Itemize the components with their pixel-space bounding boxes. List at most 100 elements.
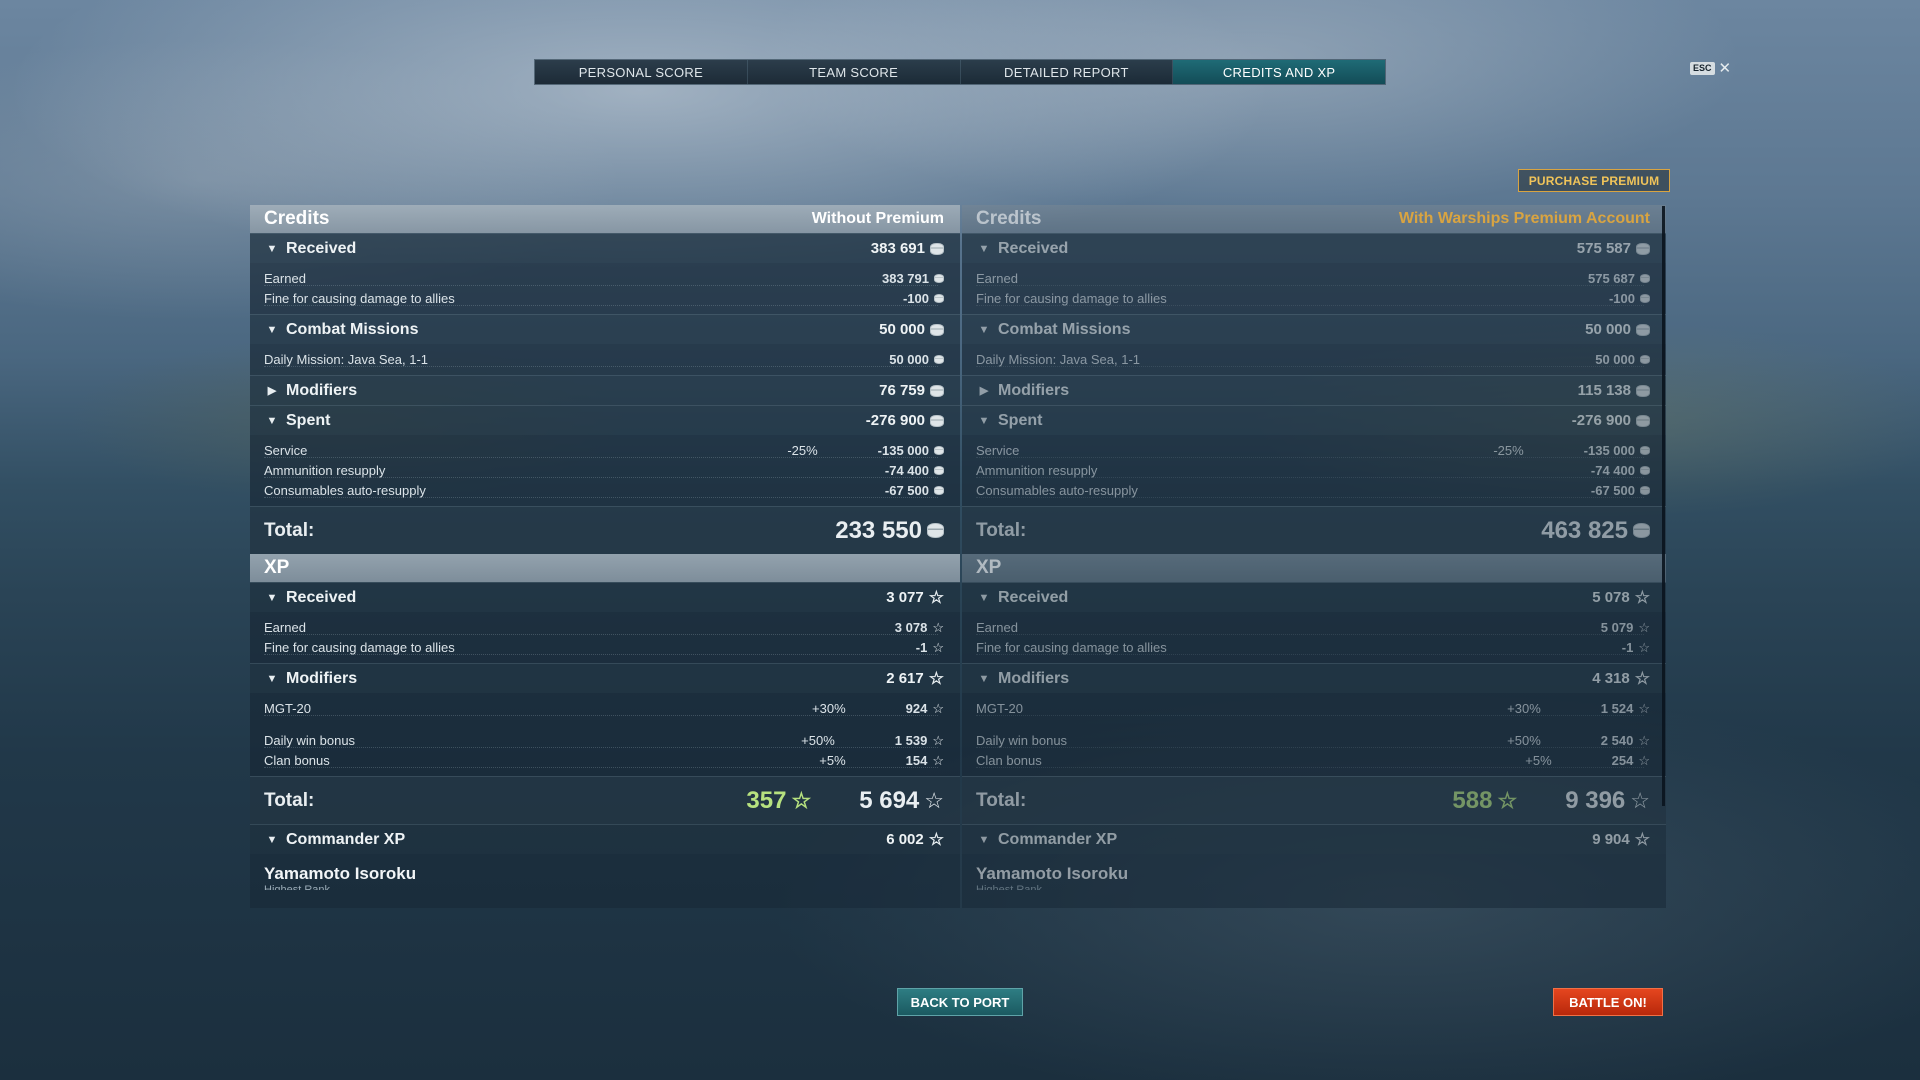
group-received[interactable]: ▼ Received 575 587 <box>962 233 1666 263</box>
group-label: Modifiers <box>286 381 358 399</box>
group-combat-missions[interactable]: ▼ Combat Missions 50 000 <box>962 314 1666 344</box>
group-commander-xp[interactable]: ▼ Commander XP 9 904 ☆ <box>962 824 1666 854</box>
row-percent: -25% <box>787 442 818 458</box>
row-value: 50 000 <box>889 351 929 367</box>
purchase-premium-button[interactable]: PURCHASE PREMIUM <box>1518 169 1670 192</box>
row-label: Clan bonus <box>264 752 330 768</box>
xp-star-icon: ☆ <box>928 830 944 849</box>
group-value: 50 000 <box>1585 321 1631 338</box>
group-label: Received <box>998 239 1069 257</box>
group-spent[interactable]: ▼ Spent -276 900 <box>962 405 1666 435</box>
row-value: -100 <box>902 290 929 306</box>
total-label: Total: <box>264 519 315 541</box>
section-subtitle: With Warships Premium Account <box>1398 210 1650 227</box>
credit-coin-icon <box>1636 414 1650 427</box>
group-value: -276 900 <box>865 412 925 429</box>
group-value: 5 078 <box>1592 589 1630 606</box>
close-button[interactable]: ESC ✕ <box>1690 61 1731 76</box>
tab-detailed-report[interactable]: DETAILED REPORT <box>960 60 1174 84</box>
section-title: Credits <box>976 208 1042 229</box>
xp-star-icon: ☆ <box>932 752 944 768</box>
group-rows: Earned 5 079 ☆ Fine for causing damage t… <box>962 612 1666 663</box>
row-value: -1 <box>1621 639 1634 655</box>
tab-personal-score[interactable]: PERSONAL SCORE <box>535 60 748 84</box>
row-percent: +30% <box>812 700 846 716</box>
total-value: 463 825 <box>1541 516 1628 544</box>
xp-star-icon: ☆ <box>932 639 944 655</box>
credits-header: Credits Without Premium <box>250 205 960 233</box>
battle-on-button[interactable]: BATTLE ON! <box>1553 988 1663 1016</box>
xp-star-icon: ☆ <box>1634 588 1650 607</box>
list-item: Fine for causing damage to allies -1 ☆ <box>250 637 960 657</box>
section-title: Credits <box>264 208 330 229</box>
group-value: 4 318 <box>1592 670 1630 687</box>
row-label: Fine for causing damage to allies <box>976 290 1167 306</box>
credit-coin-icon <box>1640 273 1650 283</box>
group-received[interactable]: ▼ Received 383 691 <box>250 233 960 263</box>
list-item: Earned 575 687 <box>962 268 1666 288</box>
triangle-down-icon: ▼ <box>266 242 278 255</box>
back-to-port-button[interactable]: BACK TO PORT <box>897 988 1023 1016</box>
triangle-right-icon: ▶ <box>979 385 989 397</box>
triangle-down-icon: ▼ <box>266 591 278 604</box>
scrollbar[interactable] <box>1662 206 1665 806</box>
row-label: MGT-20 <box>264 700 311 716</box>
credit-coin-icon <box>934 273 944 283</box>
group-label: Commander XP <box>998 830 1118 848</box>
group-xp-received[interactable]: ▼ Received 5 078 ☆ <box>962 582 1666 612</box>
row-percent: +50% <box>801 732 835 748</box>
row-label: Daily Mission: Java Sea, 1-1 <box>976 351 1141 367</box>
report-tabs: PERSONAL SCORE TEAM SCORE DETAILED REPOR… <box>534 59 1386 85</box>
row-value: 2 540 <box>1600 732 1634 748</box>
commander-name: Yamamoto Isoroku <box>264 864 417 883</box>
group-spent[interactable]: ▼ Spent -276 900 <box>250 405 960 435</box>
xp-star-icon: ☆ <box>1630 787 1650 813</box>
total-label: Total: <box>976 519 1027 541</box>
row-value: -74 400 <box>884 462 929 478</box>
row-value: -1 <box>915 639 928 655</box>
credit-coin-icon <box>930 414 944 427</box>
row-percent: -25% <box>1493 442 1524 458</box>
list-item: Earned 383 791 <box>250 268 960 288</box>
credit-coin-icon <box>934 293 944 303</box>
panel-without-premium: Credits Without Premium ▼ Received 383 6… <box>250 205 960 908</box>
esc-key-hint: ESC <box>1690 62 1715 75</box>
row-label: Earned <box>976 270 1018 286</box>
credit-coin-icon <box>1636 242 1650 255</box>
row-value: 254 <box>1611 752 1634 768</box>
free-xp-value: 588 ☆ <box>1452 787 1517 815</box>
group-label: Modifiers <box>286 669 358 687</box>
group-modifiers[interactable]: ▶ Modifiers 76 759 <box>250 375 960 405</box>
group-value: 3 077 <box>886 589 924 606</box>
group-value: 50 000 <box>879 321 925 338</box>
total-label: Total: <box>264 789 315 811</box>
free-xp-star-icon: ☆ <box>791 787 812 813</box>
triangle-down-icon: ▼ <box>978 414 990 427</box>
group-xp-received[interactable]: ▼ Received 3 077 ☆ <box>250 582 960 612</box>
row-label: MGT-20 <box>976 700 1023 716</box>
group-value: 383 691 <box>870 240 925 257</box>
group-modifiers[interactable]: ▶ Modifiers 115 138 <box>962 375 1666 405</box>
row-value: 154 <box>905 752 928 768</box>
list-item: Earned 3 078 ☆ <box>250 617 960 637</box>
group-label: Commander XP <box>286 830 406 848</box>
commander-rank: Highest Rank <box>264 884 331 890</box>
credits-header: Credits With Warships Premium Account <box>962 205 1666 233</box>
group-combat-missions[interactable]: ▼ Combat Missions 50 000 <box>250 314 960 344</box>
tab-team-score[interactable]: TEAM SCORE <box>747 60 961 84</box>
xp-star-icon: ☆ <box>1634 669 1650 688</box>
group-rows: Daily Mission: Java Sea, 1-1 50 000 <box>962 344 1666 375</box>
close-icon: ✕ <box>1718 60 1732 77</box>
credits-total: Total: 463 825 <box>962 506 1666 554</box>
list-item: Fine for causing damage to allies -100 <box>962 288 1666 308</box>
credit-coin-icon <box>934 354 944 364</box>
row-label: Consumables auto-resupply <box>264 482 426 498</box>
group-xp-modifiers[interactable]: ▼ Modifiers 2 617 ☆ <box>250 663 960 693</box>
row-percent: +5% <box>819 752 846 768</box>
tab-credits-and-xp[interactable]: CREDITS AND XP <box>1173 60 1385 84</box>
group-xp-modifiers[interactable]: ▼ Modifiers 4 318 ☆ <box>962 663 1666 693</box>
group-commander-xp[interactable]: ▼ Commander XP 6 002 ☆ <box>250 824 960 854</box>
row-value: -135 000 <box>1583 442 1635 458</box>
list-item: Ammunition resupply -74 400 <box>962 460 1666 480</box>
list-item: Fine for causing damage to allies -100 <box>250 288 960 308</box>
